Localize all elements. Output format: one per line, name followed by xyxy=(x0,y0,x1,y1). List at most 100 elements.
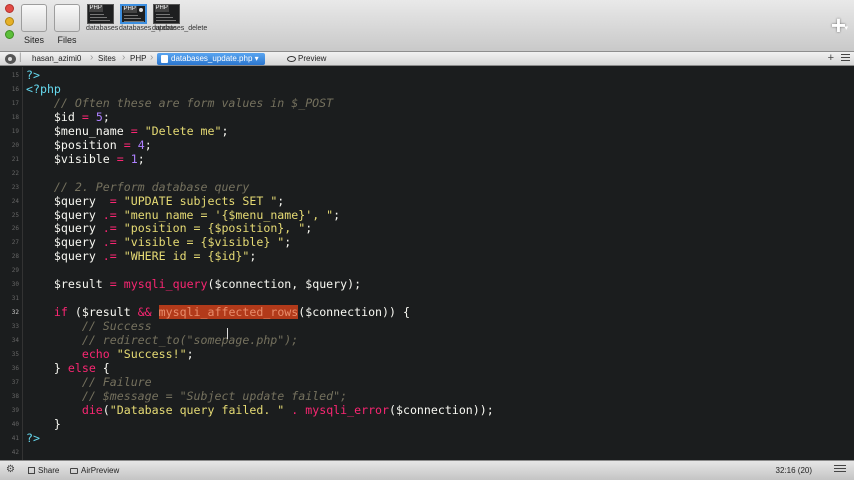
top-toolbar: Sites Files PHP databases PHP databases_upd… xyxy=(0,0,854,52)
breadcrumb-item-php[interactable]: PHP xyxy=(130,54,146,64)
code-line[interactable]: // Failure xyxy=(26,375,152,389)
cursor-position[interactable]: 32:16 (20) xyxy=(776,466,812,475)
files-label: Files xyxy=(57,35,77,45)
line-number: 29 xyxy=(11,267,19,275)
file-type-badge: PHP xyxy=(122,6,137,13)
file-type-badge: PHP xyxy=(88,5,103,12)
breadcrumb-item-user[interactable]: hasan_azimi0 xyxy=(32,54,81,64)
code-line[interactable]: die("Database query failed. " . mysqli_e… xyxy=(26,403,494,417)
code-token: 1 xyxy=(130,151,138,166)
code-token: <?php xyxy=(26,81,61,96)
code-token: echo xyxy=(81,347,110,361)
code-line[interactable]: // 2. Perform database query xyxy=(26,180,249,194)
code-line[interactable]: // redirect_to("somepage.php"); xyxy=(26,333,298,347)
document-tab[interactable]: PHP databases_update xyxy=(119,4,177,33)
line-number: 26 xyxy=(11,225,19,233)
minimize-window-button[interactable] xyxy=(5,17,14,26)
code-token: ($connection)); xyxy=(389,402,494,417)
code-token: ; xyxy=(277,193,285,208)
code-line[interactable]: $id = 5; xyxy=(26,110,110,124)
document-tab[interactable]: PHP databases_delete xyxy=(152,4,207,33)
code-token: mysqli_error xyxy=(305,402,390,417)
close-window-button[interactable] xyxy=(5,4,14,13)
code-line[interactable]: $query .= "position = {$position}, "; xyxy=(26,221,312,235)
code-token: "Delete me" xyxy=(144,123,222,138)
code-line[interactable]: $query .= "WHERE id = {$id}"; xyxy=(26,249,256,263)
code-token: ($connection)) { xyxy=(298,305,410,320)
share-label: Share xyxy=(38,466,60,475)
preview-button[interactable]: Preview xyxy=(287,54,326,64)
menu-icon[interactable] xyxy=(841,54,850,63)
sites-button[interactable]: Sites xyxy=(19,4,49,45)
code-line[interactable]: $menu_name = "Delete me"; xyxy=(26,123,229,138)
code-line[interactable]: // Success xyxy=(26,319,152,333)
code-token: . xyxy=(284,402,306,417)
code-token: if xyxy=(53,305,68,320)
code-line[interactable]: if ($result && mysqli_affected_rows($con… xyxy=(26,305,410,320)
code-token: ; xyxy=(284,235,292,250)
code-line[interactable]: echo "Success!"; xyxy=(26,347,194,361)
chevron-down-icon[interactable]: ▾ xyxy=(844,24,848,32)
thumbnail-line xyxy=(123,18,141,19)
line-number: 20 xyxy=(11,141,19,149)
document-thumbnail-icon: PHP xyxy=(86,4,114,24)
code-token: $query xyxy=(53,235,96,250)
code-line[interactable]: $position = 4; xyxy=(26,138,152,152)
nav-back-icon[interactable] xyxy=(5,54,16,64)
thumbnail-line xyxy=(89,20,110,21)
preview-label: Preview xyxy=(298,54,327,63)
breadcrumb-item-sites[interactable]: Sites xyxy=(98,54,116,64)
breadcrumb-current-file[interactable]: databases_update.php ▾ xyxy=(157,53,265,65)
line-number: 38 xyxy=(11,392,19,400)
line-number: 33 xyxy=(11,323,19,331)
code-line[interactable]: $result = mysqli_query($connection, $que… xyxy=(26,277,361,291)
code-line[interactable]: <?php xyxy=(26,82,61,96)
code-line[interactable]: // Often these are form values in $_POST xyxy=(26,96,333,110)
editor-scrollbar[interactable] xyxy=(848,67,854,460)
thumbnail-line xyxy=(89,17,107,18)
code-token: "Success!" xyxy=(116,347,187,361)
airpreview-button[interactable]: AirPreview xyxy=(70,466,119,475)
code-token: { xyxy=(95,360,110,375)
line-number: 30 xyxy=(11,281,19,289)
code-line[interactable]: ?> xyxy=(26,431,40,445)
code-line[interactable]: // $message = "Subject update failed"; xyxy=(26,389,347,403)
code-line[interactable]: ?> xyxy=(26,68,40,82)
document-tab[interactable]: PHP databases xyxy=(86,4,118,33)
line-endings-icon[interactable] xyxy=(834,465,846,474)
thumbnail-line xyxy=(155,20,176,21)
add-split-icon[interactable]: + xyxy=(828,52,834,64)
code-line[interactable]: } else { xyxy=(26,361,110,375)
files-button[interactable]: Files xyxy=(52,4,82,45)
code-line[interactable]: $query = "UPDATE subjects SET "; xyxy=(26,194,284,208)
sites-icon xyxy=(21,4,47,32)
code-token: // Often these are form values in $_POST xyxy=(53,95,334,110)
maximize-window-button[interactable] xyxy=(5,30,14,39)
code-line[interactable]: $query .= "visible = {$visible} "; xyxy=(26,235,291,249)
line-number: 41 xyxy=(11,434,19,442)
thumbnail-line xyxy=(123,15,138,16)
code-line[interactable]: } xyxy=(26,417,61,431)
document-thumbnail-icon: PHP xyxy=(152,4,180,24)
code-token: "visible = {$visible} " xyxy=(123,235,285,250)
code-line[interactable]: $visible = 1; xyxy=(26,152,145,166)
line-number: 42 xyxy=(11,448,19,456)
code-token: .= xyxy=(95,249,124,264)
code-editor[interactable]: 15 16 17 18 19 20 21 22 23 24 25 26 27 28 29 30 31 32 33 34… xyxy=(0,67,854,460)
code-token: $query xyxy=(53,193,96,208)
line-number: 39 xyxy=(11,406,19,414)
gear-icon[interactable]: ⚙ xyxy=(6,465,15,475)
code-line[interactable]: $query .= "menu_name = '{$menu_name}', "… xyxy=(26,208,340,222)
share-button[interactable]: Share xyxy=(28,466,59,475)
line-number: 40 xyxy=(11,420,19,428)
code-token: // redirect_to("somepage.php"); xyxy=(81,333,299,348)
code-token: "UPDATE subjects SET " xyxy=(123,193,278,208)
